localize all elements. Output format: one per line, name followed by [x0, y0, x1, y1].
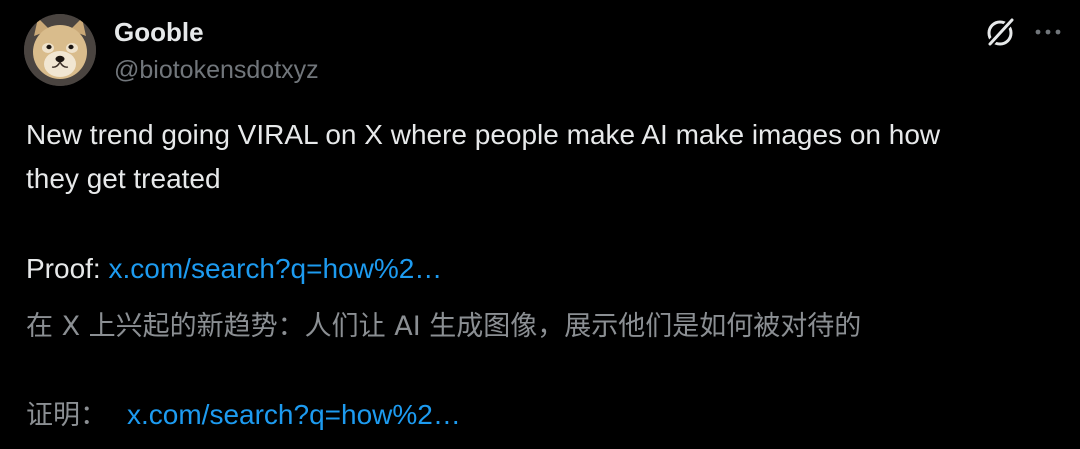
translation-proof-line: 证明： x.com/search?q=how%2…	[26, 393, 461, 438]
grok-icon[interactable]	[982, 14, 1018, 50]
author-handle[interactable]: @biotokensdotxyz	[114, 54, 319, 86]
translation-proof-label: 证明：	[26, 400, 107, 431]
author-display-name[interactable]: Gooble	[114, 16, 204, 48]
avatar[interactable]	[24, 14, 96, 86]
proof-line: Proof: x.com/search?q=how%2…	[26, 247, 442, 291]
grok-glyph-icon	[985, 16, 1016, 49]
post-text-line-1: New trend going VIRAL on X where people …	[26, 119, 941, 150]
proof-label: Proof:	[26, 253, 109, 284]
more-icon[interactable]	[1030, 20, 1066, 44]
proof-link[interactable]: x.com/search?q=how%2…	[108, 253, 442, 284]
doge-avatar-icon	[24, 14, 96, 86]
ellipsis-icon	[1035, 29, 1061, 35]
tweet-card: Gooble @biotokensdotxyz New trend going …	[0, 0, 1080, 449]
translation-text: 在 X 上兴起的新趋势：人们让 AI 生成图像，展示他们是如何被对待的	[26, 311, 862, 342]
post-text-line-2: they get treated	[26, 163, 221, 194]
translation-proof-link[interactable]: x.com/search?q=how%2…	[127, 399, 461, 430]
